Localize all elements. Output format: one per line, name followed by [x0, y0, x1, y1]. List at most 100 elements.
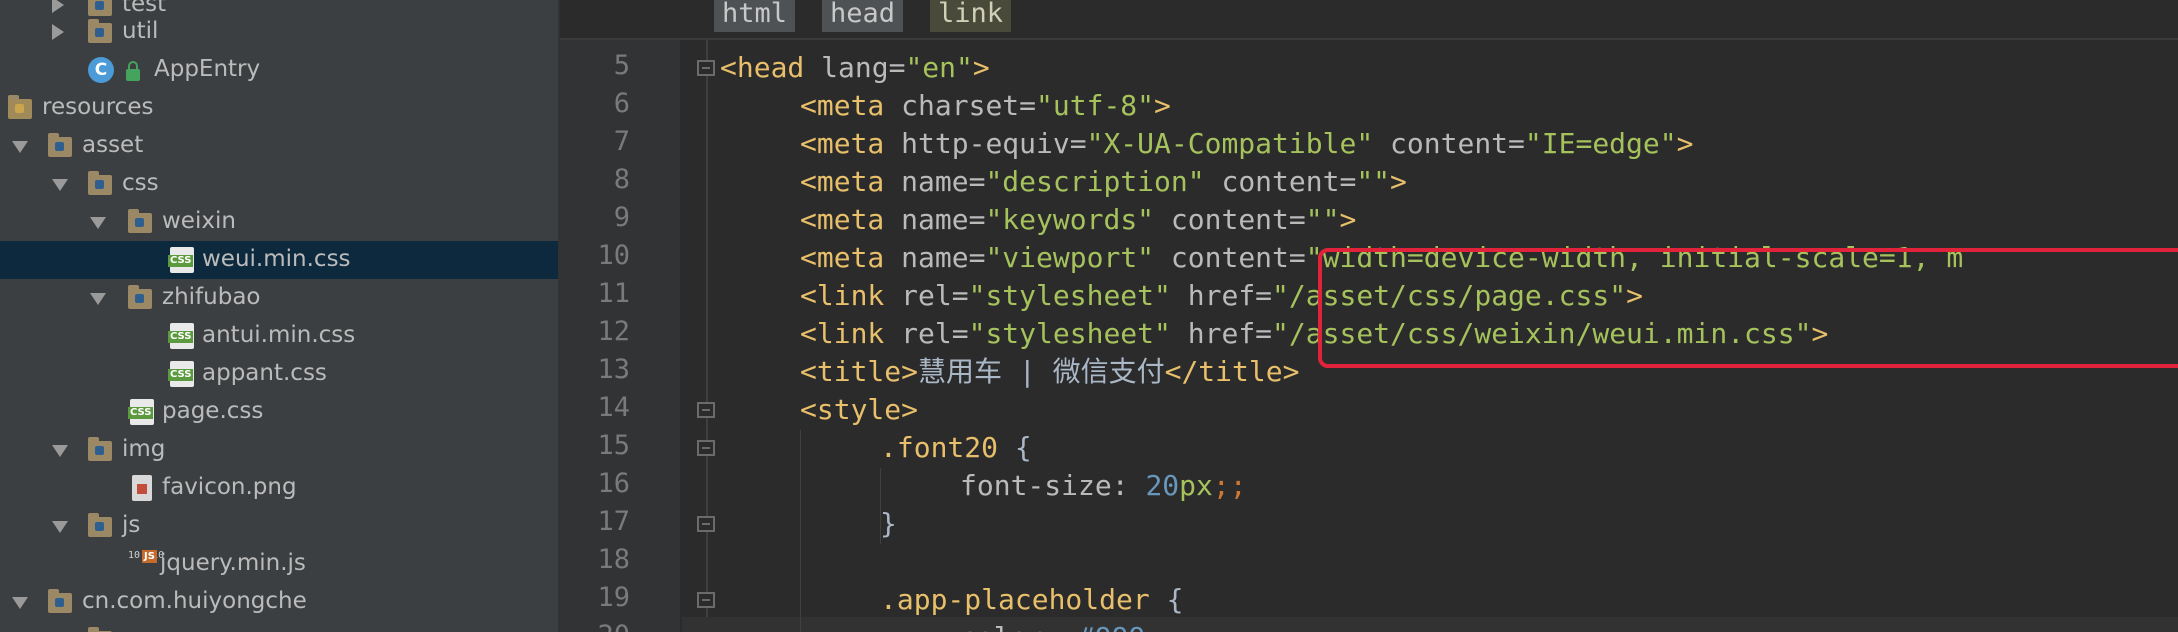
folder-icon: [88, 513, 112, 537]
attr-token: href=: [1170, 317, 1273, 350]
code-line-20[interactable]: color: #999: [960, 619, 1145, 632]
attr-token: name=: [884, 165, 986, 198]
fold-marker-icon[interactable]: [697, 60, 715, 76]
line-number: 9: [613, 202, 630, 233]
attr-token: name=: [884, 241, 986, 274]
line-number: 19: [597, 582, 630, 613]
tree-item-weui-min-css[interactable]: CSS weui.min.css: [0, 241, 558, 279]
fold-marker-icon[interactable]: [697, 516, 715, 532]
tree-item-jquery-min-js[interactable]: 10 010 JS jquery.min.js: [0, 545, 558, 583]
tree-item-resources[interactable]: resources: [0, 89, 558, 127]
attr-token: rel=: [884, 317, 969, 350]
tag-token: <link: [800, 317, 885, 350]
code-line-5[interactable]: <head lang="en">: [720, 49, 990, 87]
attr-token: http-equiv=: [884, 127, 1087, 160]
tree-item-favicon-png[interactable]: favicon.png: [0, 469, 558, 507]
code-line-6[interactable]: <meta charset="utf-8">: [800, 87, 1171, 125]
css-file-icon: CSS: [168, 247, 194, 273]
tree-item-label: jquery.min.js: [160, 550, 306, 576]
tree-item-label: AppEntry: [154, 56, 261, 82]
binary-glyph: 10 010: [128, 550, 164, 561]
expand-arrow-icon[interactable]: [52, 24, 64, 40]
tree-item-appentry[interactable]: C AppEntry: [0, 51, 558, 89]
collapse-arrow-icon[interactable]: [52, 179, 68, 191]
collapse-arrow-icon[interactable]: [52, 521, 68, 533]
tree-item-zhifubao[interactable]: zhifubao: [0, 279, 558, 317]
breadcrumb-link[interactable]: link: [930, 0, 1012, 32]
css-selector-token: .font20: [880, 431, 999, 464]
breadcrumb: html head link: [560, 0, 2178, 40]
tree-item-page-css[interactable]: CSS page.css: [0, 393, 558, 431]
tag-token: <head: [720, 51, 805, 84]
css-property-token: font-size:: [960, 469, 1146, 502]
js-file-icon: 10 010 JS: [128, 550, 164, 578]
folder-icon: [128, 285, 152, 309]
tree-item-css[interactable]: css: [0, 165, 558, 203]
line-number: 6: [613, 88, 630, 119]
css-property-token: color:: [960, 621, 1078, 632]
line-number: 17: [597, 506, 630, 537]
tree-item-appant-css[interactable]: CSS appant.css: [0, 355, 558, 393]
folder-icon: [128, 209, 152, 233]
tree-item-label: js: [122, 512, 141, 538]
code-line-13[interactable]: <title>慧用车 | 微信支付</title>: [800, 353, 1299, 391]
collapse-arrow-icon[interactable]: [12, 141, 28, 153]
string-token: "viewport": [985, 241, 1155, 274]
code-line-15[interactable]: .font20 {: [880, 429, 1032, 467]
indent-guide: [800, 430, 801, 632]
code-line-14[interactable]: <style>: [800, 391, 918, 429]
string-token: "stylesheet": [968, 279, 1171, 312]
collapse-arrow-icon[interactable]: [90, 217, 106, 229]
string-token: "description": [985, 165, 1205, 198]
attr-token: rel=: [884, 279, 969, 312]
code-editor[interactable]: html head link 5 6 7 8 9 10 11 12 13 14 …: [560, 0, 2178, 632]
tree-item-img[interactable]: img: [0, 431, 558, 469]
expand-arrow-icon[interactable]: [52, 0, 64, 13]
code-line-8[interactable]: <meta name="description" content="">: [800, 163, 1407, 201]
tag-token: <style>: [800, 393, 919, 426]
attr-token: charset=: [884, 89, 1037, 122]
text-token: 慧用车 | 微信支付: [918, 355, 1165, 388]
string-token: "utf-8": [1036, 89, 1155, 122]
breadcrumb-head[interactable]: head: [822, 0, 904, 32]
tag-token: >: [972, 51, 990, 84]
tree-item-util[interactable]: util: [0, 13, 558, 51]
attr-token: content=: [1154, 203, 1306, 236]
tree-item-antui-min-css[interactable]: CSS antui.min.css: [0, 317, 558, 355]
number-token: 20: [1145, 469, 1180, 502]
line-number: 16: [597, 468, 630, 499]
brace-token: }: [880, 507, 897, 540]
fold-marker-icon[interactable]: [697, 440, 715, 456]
tree-item-label: cn.com.huiyongche: [82, 588, 307, 614]
tree-item-cn-com-huiyongche[interactable]: cn.com.huiyongche: [0, 583, 558, 621]
tree-item-asset[interactable]: asset: [0, 127, 558, 165]
tree-item-label: favicon.png: [162, 474, 297, 500]
code-line-19[interactable]: .app-placeholder {: [880, 581, 1183, 619]
tree-item-label: page.css: [162, 398, 264, 424]
tag-token: >: [1154, 89, 1171, 122]
line-number: 14: [597, 392, 630, 423]
code-line-7[interactable]: <meta http-equiv="X-UA-Compatible" conte…: [800, 125, 1693, 163]
css-badge: CSS: [168, 255, 194, 267]
brace-token: {: [1149, 583, 1184, 616]
tag-token: <title>: [800, 355, 919, 388]
fold-marker-icon[interactable]: [697, 592, 715, 608]
tree-item-label: img: [122, 436, 166, 462]
string-token: "en": [905, 51, 973, 84]
collapse-arrow-icon[interactable]: [90, 293, 106, 305]
collapse-arrow-icon[interactable]: [52, 445, 68, 457]
breadcrumb-html[interactable]: html: [714, 0, 796, 32]
tree-item-label: weixin: [162, 208, 236, 234]
line-number: 13: [597, 354, 630, 385]
tag-token: </title>: [1164, 355, 1300, 388]
fold-marker-icon[interactable]: [697, 402, 715, 418]
code-line-9[interactable]: <meta name="keywords" content="">: [800, 201, 1356, 239]
annotation-highlight-box: [1318, 248, 2178, 368]
tag-token: <meta: [800, 127, 885, 160]
code-line-17[interactable]: }: [880, 505, 897, 543]
collapse-arrow-icon[interactable]: [12, 597, 28, 609]
tree-item-weixin[interactable]: weixin: [0, 203, 558, 241]
tree-item-js[interactable]: js: [0, 507, 558, 545]
caret-line-highlight: [682, 617, 2178, 632]
code-line-16[interactable]: font-size: 20px;;: [960, 467, 1247, 505]
